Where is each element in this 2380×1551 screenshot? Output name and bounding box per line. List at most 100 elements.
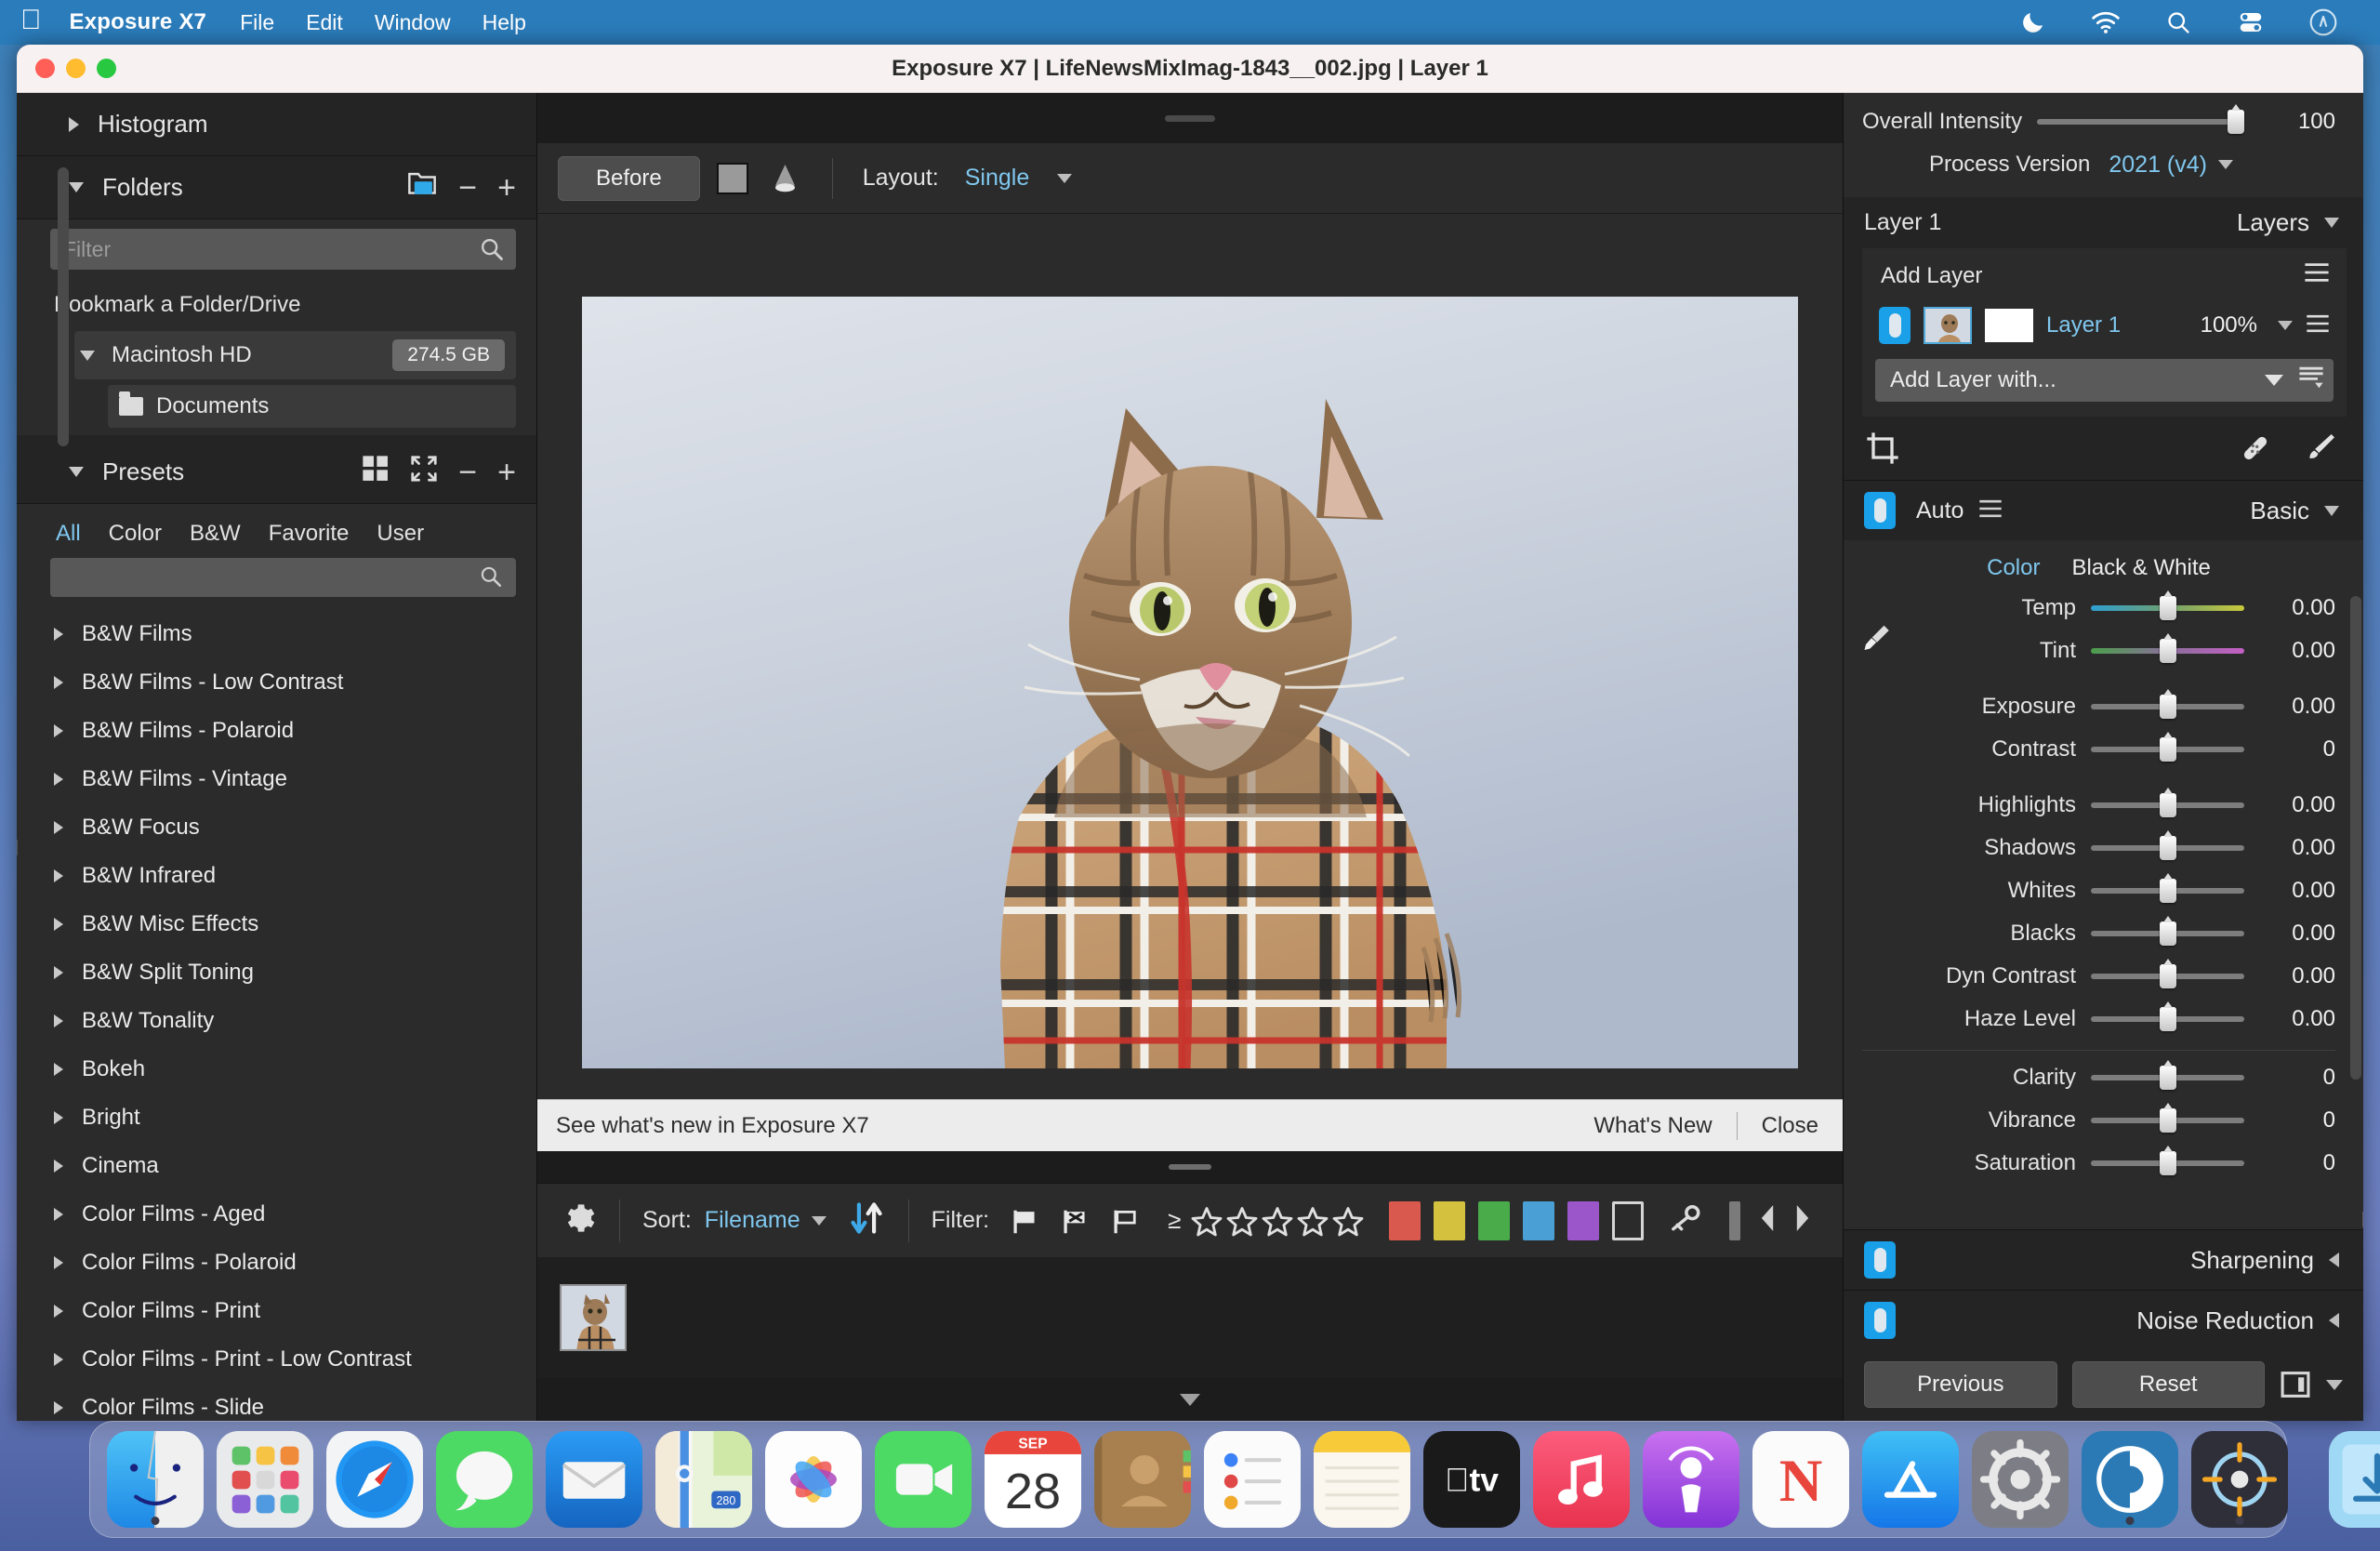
preset-item[interactable]: Color Films - Polaroid xyxy=(50,1239,516,1287)
chevron-down-icon[interactable] xyxy=(2218,160,2233,169)
preset-item[interactable]: B&W Infrared xyxy=(50,852,516,900)
remove-folder-button[interactable]: − xyxy=(458,172,477,204)
folder-filter-input[interactable] xyxy=(63,236,479,262)
chevron-down-icon[interactable] xyxy=(2265,375,2283,386)
slider-contrast[interactable] xyxy=(2091,737,2244,762)
sort-direction-icon[interactable] xyxy=(847,1199,886,1242)
color-label-swatch[interactable] xyxy=(1434,1200,1466,1240)
layer-menu-icon[interactable] xyxy=(2306,313,2330,338)
star-rating-filter[interactable] xyxy=(1190,1205,1364,1237)
slider-knob[interactable] xyxy=(2159,695,2176,719)
layer-row[interactable]: Layer 1 100% xyxy=(1875,301,2334,350)
sharpening-enable-toggle[interactable] xyxy=(1864,1241,1896,1279)
grid-view-icon[interactable] xyxy=(362,455,390,489)
filmstrip-scrollbar[interactable] xyxy=(1729,1200,1741,1240)
eyedropper-icon[interactable] xyxy=(1860,622,1894,656)
dock-icon-safari[interactable] xyxy=(326,1431,423,1528)
slider-highlights[interactable] xyxy=(2091,793,2244,817)
apple-logo-icon[interactable]:  xyxy=(20,7,42,38)
slider-knob[interactable] xyxy=(2159,1108,2176,1133)
slider-knob[interactable] xyxy=(2159,836,2176,860)
preset-item[interactable]: B&W Misc Effects xyxy=(50,900,516,948)
remove-preset-button[interactable]: − xyxy=(458,457,477,488)
dock-icon-exposure[interactable] xyxy=(2082,1431,2178,1528)
panel-layout-icon[interactable] xyxy=(2280,1369,2311,1400)
slider-clarity[interactable] xyxy=(2091,1066,2244,1090)
chevron-down-icon[interactable] xyxy=(811,1215,826,1226)
dock-icon-appstore[interactable] xyxy=(1862,1431,1959,1528)
dock-icon-systemsettings[interactable] xyxy=(1972,1431,2069,1528)
slider-haze-level[interactable] xyxy=(2091,1007,2244,1031)
preset-item[interactable]: B&W Films - Polaroid xyxy=(50,707,516,755)
healing-brush-icon[interactable] xyxy=(2237,430,2274,467)
dock-icon-finder[interactable] xyxy=(107,1431,204,1528)
menu-item-edit[interactable]: Edit xyxy=(306,10,343,35)
preset-tab-user[interactable]: User xyxy=(377,521,424,547)
soft-proof-lamp-icon[interactable] xyxy=(765,162,802,195)
settings-gear-icon[interactable] xyxy=(560,1200,597,1241)
dock-icon-downloads[interactable] xyxy=(2329,1431,2380,1528)
layer-mask-thumbnail[interactable] xyxy=(1985,309,2033,342)
search-icon[interactable] xyxy=(2162,7,2194,38)
dock-icon-calendar[interactable]: SEP 28 xyxy=(985,1431,1081,1528)
color-label-swatch[interactable] xyxy=(1523,1200,1555,1240)
overall-intensity-slider[interactable] xyxy=(2037,110,2245,134)
dock-icon-appletv[interactable]: tv xyxy=(1423,1431,1520,1528)
slider-knob[interactable] xyxy=(2159,879,2176,903)
sharpening-section-header[interactable]: Sharpening xyxy=(1844,1229,2363,1290)
photo-preview[interactable] xyxy=(582,297,1798,1068)
preset-item[interactable]: B&W Focus xyxy=(50,803,516,852)
slider-exposure[interactable] xyxy=(2091,695,2244,719)
preset-item[interactable]: B&W Films - Low Contrast xyxy=(50,658,516,707)
expand-view-icon[interactable] xyxy=(410,455,438,489)
slider-knob[interactable] xyxy=(2228,110,2245,134)
chevron-left-icon[interactable] xyxy=(2329,1253,2339,1267)
auto-button[interactable]: Auto xyxy=(1916,497,1964,524)
chevron-left-icon[interactable] xyxy=(2329,1313,2339,1328)
preset-item[interactable]: Bokeh xyxy=(50,1045,516,1094)
slider-value[interactable]: 0.00 xyxy=(2259,595,2335,621)
preset-item[interactable]: B&W Split Toning xyxy=(50,948,516,997)
tab-black-and-white[interactable]: Black & White xyxy=(2071,555,2210,581)
dock-icon-notes[interactable] xyxy=(1314,1431,1410,1528)
slider-value[interactable]: 0.00 xyxy=(2259,1006,2335,1032)
user-account-icon[interactable] xyxy=(2307,7,2339,38)
dock-icon-photoeditor[interactable] xyxy=(2191,1431,2288,1528)
preset-tab-all[interactable]: All xyxy=(56,521,81,547)
slider-knob[interactable] xyxy=(2159,639,2176,663)
menu-item-file[interactable]: File xyxy=(240,10,274,35)
color-label-swatch[interactable] xyxy=(1478,1200,1511,1240)
chevron-down-icon[interactable] xyxy=(1057,173,1073,183)
whats-new-button[interactable]: What's New xyxy=(1569,1113,1736,1139)
sort-value[interactable]: Filename xyxy=(705,1207,800,1234)
slider-knob[interactable] xyxy=(2159,596,2176,620)
preset-item[interactable]: Color Films - Print - Low Contrast xyxy=(50,1335,516,1384)
layer-presets-menu-icon[interactable] xyxy=(2298,365,2324,396)
dock-icon-mail[interactable] xyxy=(546,1431,642,1528)
new-folder-icon[interactable] xyxy=(406,170,438,205)
menu-item-window[interactable]: Window xyxy=(375,10,451,35)
histogram-section-header[interactable]: Histogram xyxy=(17,93,536,156)
dock-icon-reminders[interactable] xyxy=(1204,1431,1301,1528)
flag-rejected-icon[interactable] xyxy=(1060,1208,1091,1234)
dock-icon-podcasts[interactable] xyxy=(1643,1431,1739,1528)
preset-item[interactable]: Bright xyxy=(50,1094,516,1142)
menu-app-name[interactable]: Exposure X7 xyxy=(70,9,207,35)
preset-item[interactable]: Cinema xyxy=(50,1142,516,1190)
star-icon[interactable] xyxy=(1331,1205,1364,1237)
color-label-swatch[interactable] xyxy=(1567,1200,1600,1240)
preset-search-box[interactable] xyxy=(50,558,516,597)
slider-value[interactable]: 0 xyxy=(2259,1150,2335,1176)
bottom-collapse-handle[interactable] xyxy=(537,1378,1843,1421)
wifi-icon[interactable] xyxy=(2090,7,2122,38)
previous-image-button[interactable] xyxy=(1757,1202,1778,1239)
slider-shadows[interactable] xyxy=(2091,836,2244,860)
dock-icon-messages[interactable] xyxy=(436,1431,533,1528)
slider-value[interactable]: 0 xyxy=(2259,736,2335,762)
preset-tab-color[interactable]: Color xyxy=(109,521,162,547)
slider-tint[interactable] xyxy=(2091,639,2244,663)
image-canvas[interactable]: See what's new in Exposure X7 What's New… xyxy=(537,214,1843,1151)
basic-enable-toggle[interactable] xyxy=(1864,492,1896,529)
crop-icon[interactable] xyxy=(1864,430,1901,467)
slider-value[interactable]: 0.00 xyxy=(2259,638,2335,664)
